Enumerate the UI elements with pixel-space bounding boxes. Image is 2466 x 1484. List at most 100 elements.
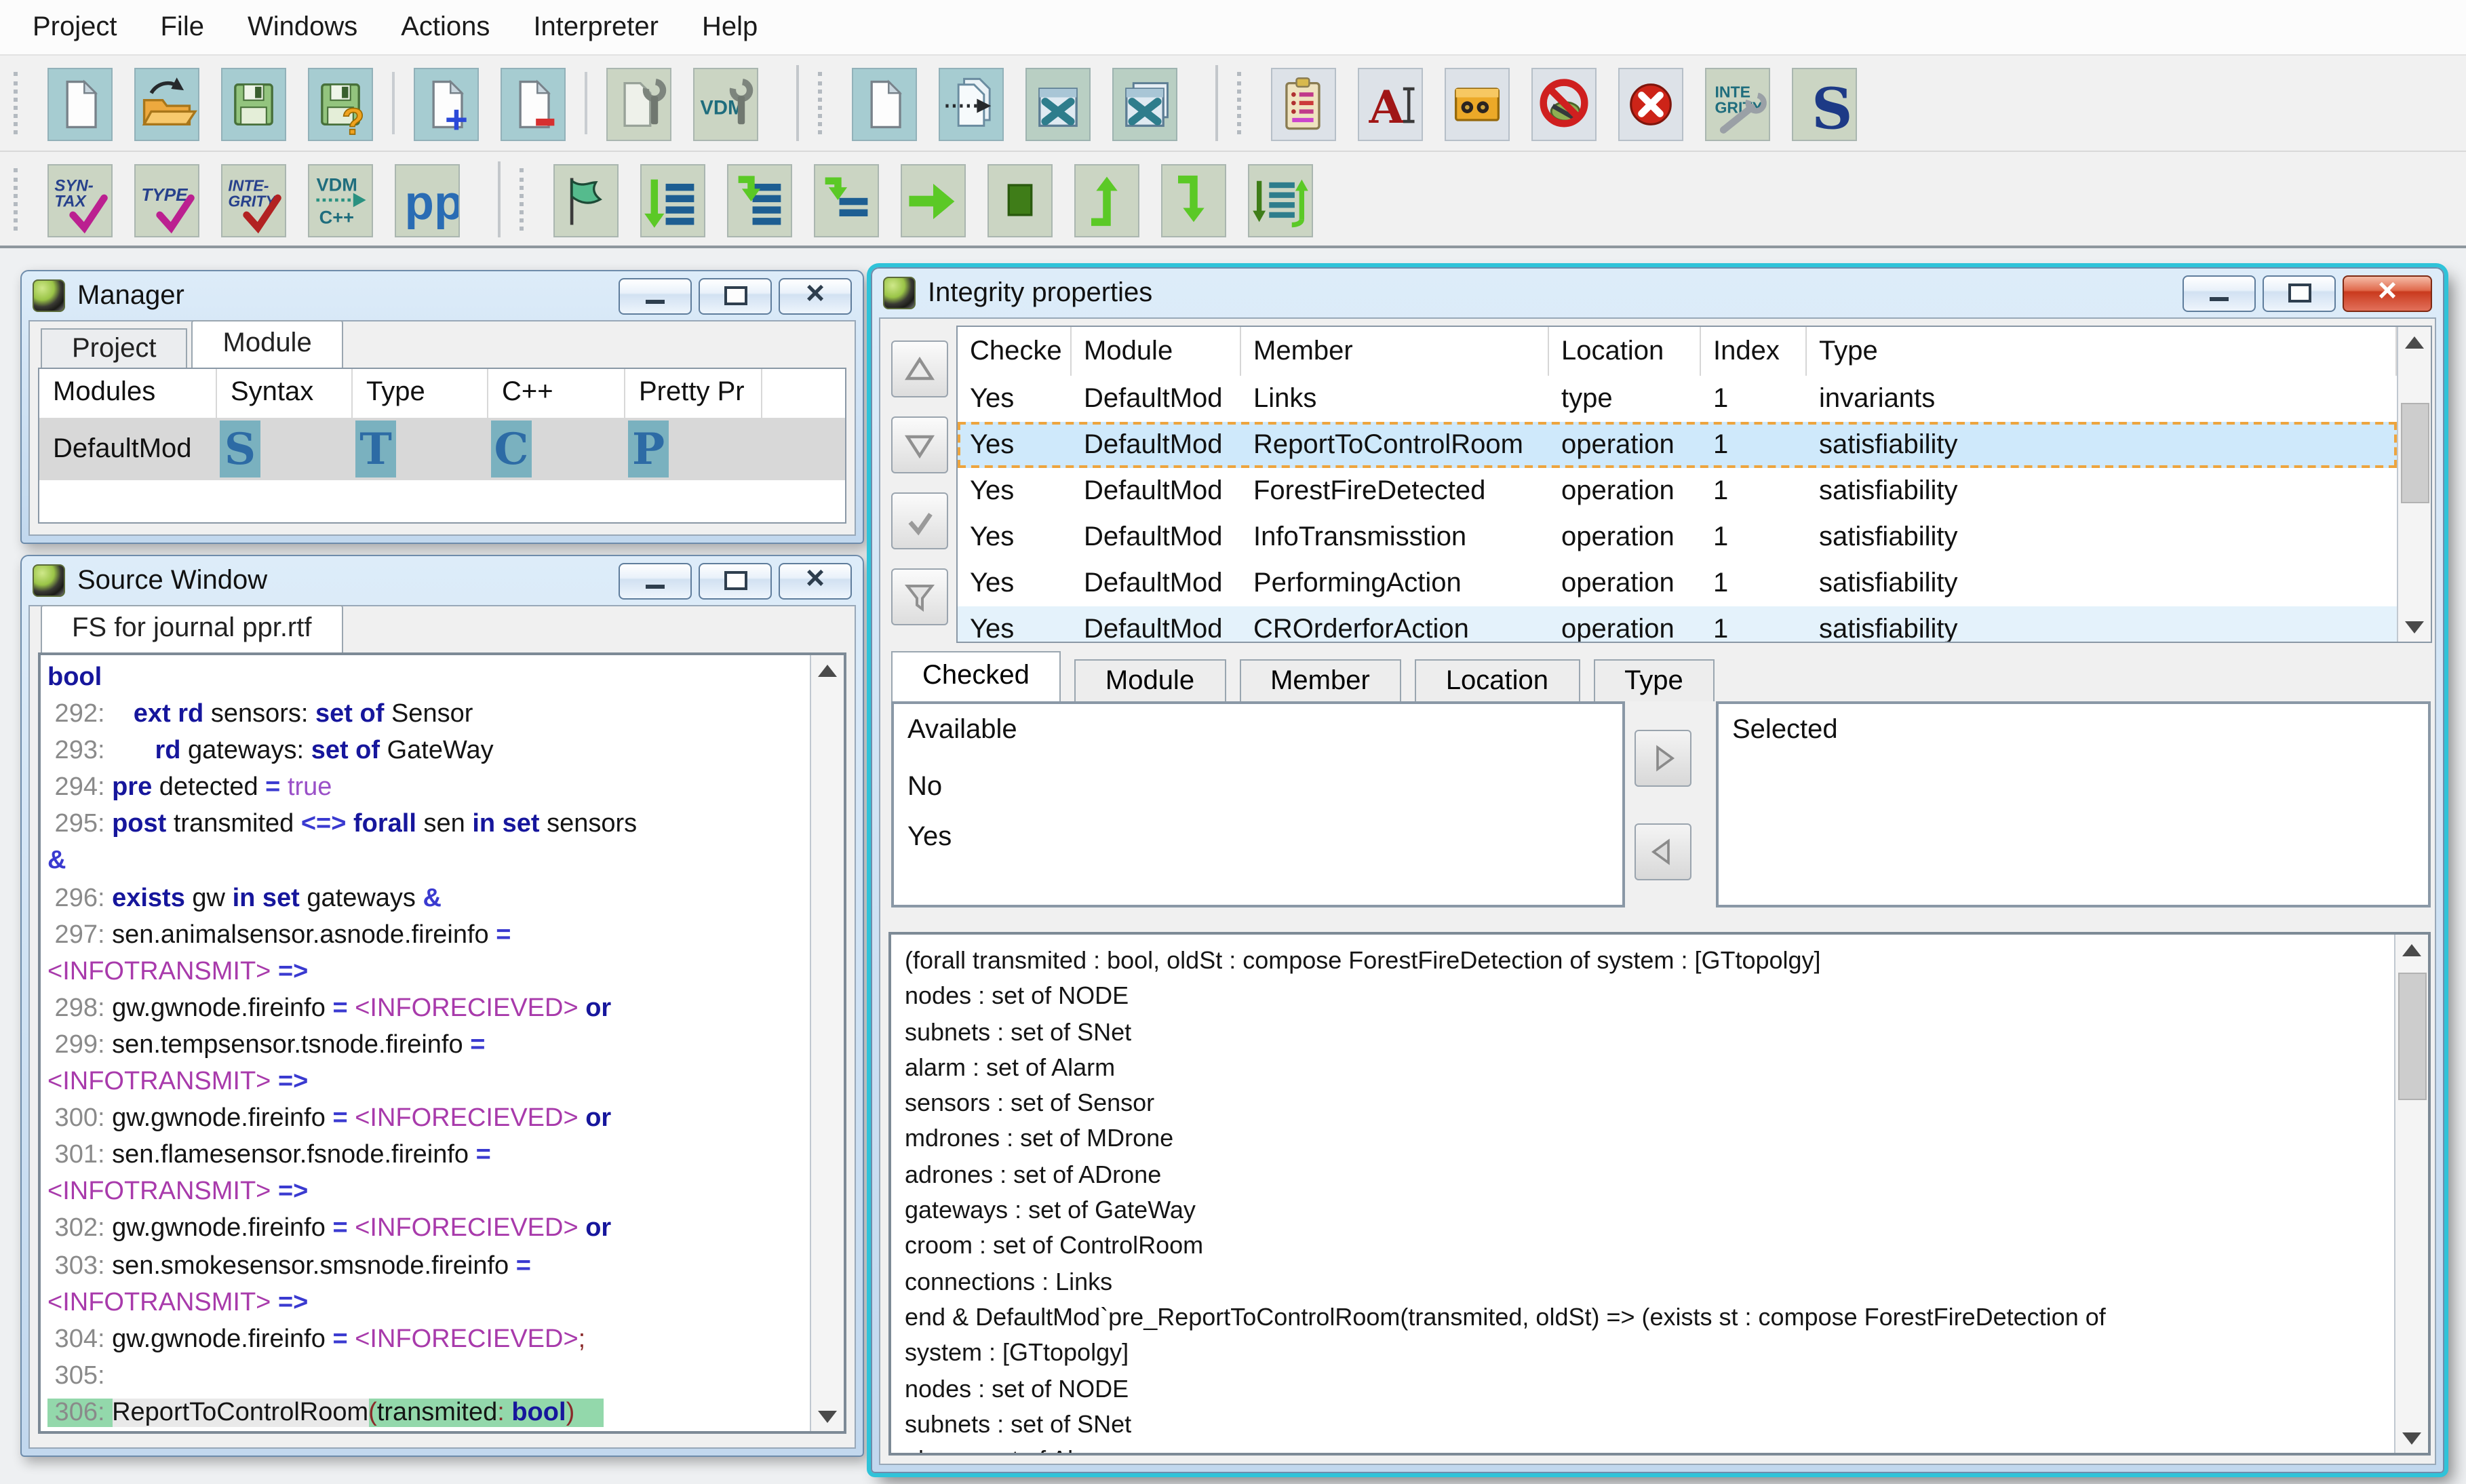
close-window-button[interactable]	[1023, 65, 1091, 141]
integrity-expression-view[interactable]: (forall transmited : bool, oldSt : compo…	[888, 932, 2431, 1456]
move-down-button[interactable]	[891, 416, 948, 473]
type-check-button[interactable]: TYPE	[132, 161, 199, 237]
table-row[interactable]: YesDefaultModInfoTransmisstionoperation1…	[958, 514, 2397, 560]
step-out-button[interactable]	[1158, 161, 1226, 237]
filter-tab-checked[interactable]: Checked	[891, 651, 1061, 701]
integrity-tool-button[interactable]: INTEGRITY	[1702, 65, 1770, 141]
status-cell-cpp[interactable]: C	[488, 418, 625, 480]
source-scrollbar[interactable]	[810, 655, 844, 1431]
close-button[interactable]: ×	[779, 277, 852, 314]
column-header-c[interactable]: C++	[488, 369, 625, 418]
integrity-titlebar[interactable]: Integrity properties ×	[872, 269, 2443, 317]
tab-module[interactable]: Module	[192, 320, 343, 368]
minimize-button[interactable]	[619, 562, 692, 599]
tab-project[interactable]: Project	[41, 328, 188, 368]
specification-tool-button[interactable]: S	[1789, 65, 1857, 141]
integrity-table-scrollbar[interactable]	[2397, 327, 2431, 642]
menu-interpreter[interactable]: Interpreter	[511, 12, 680, 43]
column-header-checke[interactable]: Checke	[958, 327, 1072, 376]
column-header-index[interactable]: Index	[1701, 327, 1807, 376]
column-header-module[interactable]: Module	[1072, 327, 1241, 376]
scroll-up-icon[interactable]	[813, 655, 842, 685]
close-button[interactable]: ×	[2343, 275, 2432, 311]
step-list-button[interactable]	[638, 161, 705, 237]
filter-tab-location[interactable]: Location	[1415, 659, 1580, 701]
menu-help[interactable]: Help	[680, 12, 779, 43]
minimize-button[interactable]	[619, 277, 692, 314]
stop-run-button[interactable]	[985, 161, 1053, 237]
filter-tab-member[interactable]: Member	[1239, 659, 1401, 701]
step-over-button[interactable]	[811, 161, 879, 237]
restore-button[interactable]	[699, 562, 772, 599]
code-area[interactable]: bool 292: ext rd sensors: set of Sensor …	[41, 655, 810, 1431]
step-into-button[interactable]	[724, 161, 792, 237]
scroll-up-icon[interactable]	[2397, 935, 2427, 964]
manager-table-row[interactable]: DefaultModSTCP	[39, 418, 845, 480]
pretty-print-button[interactable]: pp	[392, 161, 460, 237]
source-editor[interactable]: bool 292: ext rd sensors: set of Sensor …	[38, 652, 846, 1434]
vdm-options-button[interactable]: VDM	[690, 65, 758, 141]
scrollbar-thumb[interactable]	[2401, 403, 2429, 503]
command-log-button[interactable]	[1268, 65, 1336, 141]
remove-file-button[interactable]	[498, 65, 566, 141]
font-settings-button[interactable]: A	[1355, 65, 1423, 141]
column-header-type[interactable]: Type	[1807, 327, 2397, 376]
table-row[interactable]: YesDefaultModForestFireDetectedoperation…	[958, 468, 2397, 514]
scroll-up-icon[interactable]	[2400, 327, 2429, 357]
error-stop-button[interactable]	[1616, 65, 1683, 141]
menu-actions[interactable]: Actions	[379, 12, 511, 43]
menu-project[interactable]: Project	[11, 12, 139, 43]
open-file-button[interactable]	[132, 65, 199, 141]
move-to-selected-button[interactable]	[1635, 730, 1691, 787]
close-button[interactable]: ×	[779, 562, 852, 599]
move-to-available-button[interactable]	[1635, 823, 1691, 880]
confirm-check-button[interactable]	[891, 492, 948, 549]
save-file-button[interactable]	[218, 65, 286, 141]
breakpoint-flag-button[interactable]	[551, 161, 619, 237]
status-cell-type[interactable]: T	[353, 418, 488, 480]
manager-titlebar[interactable]: Manager ×	[22, 271, 863, 320]
column-header-member[interactable]: Member	[1241, 327, 1549, 376]
integrity-properties-table[interactable]: CheckeModuleMemberLocationIndexType YesDe…	[956, 326, 2432, 643]
column-header-syntax[interactable]: Syntax	[217, 369, 353, 418]
filter-tab-module[interactable]: Module	[1074, 659, 1226, 701]
restore-button[interactable]	[2263, 275, 2336, 311]
add-file-button[interactable]: +	[411, 65, 479, 141]
syntax-check-button[interactable]: SYN-TAX	[45, 161, 113, 237]
scroll-down-icon[interactable]	[2397, 1423, 2427, 1453]
column-header-modules[interactable]: Modules	[39, 369, 217, 418]
column-header-location[interactable]: Location	[1549, 327, 1701, 376]
filter-tab-type[interactable]: Type	[1593, 659, 1715, 701]
table-row[interactable]: YesDefaultModPerformingActionoperation1s…	[958, 560, 2397, 606]
column-header-prettypr[interactable]: Pretty Pr	[625, 369, 762, 418]
scroll-down-icon[interactable]	[2400, 612, 2429, 642]
status-cell-pretty[interactable]: P	[625, 418, 762, 480]
list-item[interactable]: Yes	[894, 813, 1622, 863]
integrity-check-button[interactable]: INTE-GRITY	[218, 161, 286, 237]
copy-window-button[interactable]	[936, 65, 1004, 141]
new-window-button[interactable]	[849, 65, 917, 141]
list-item[interactable]: No	[894, 762, 1622, 813]
vdm-to-cpp-button[interactable]: VDMC++	[305, 161, 373, 237]
close-all-windows-button[interactable]	[1110, 65, 1177, 141]
menu-windows[interactable]: Windows	[226, 12, 379, 43]
minimize-button[interactable]	[2183, 275, 2256, 311]
run-script-button[interactable]	[1245, 161, 1313, 237]
module-name-cell[interactable]: DefaultMod	[39, 418, 217, 480]
scroll-down-icon[interactable]	[813, 1401, 842, 1431]
scrollbar-thumb[interactable]	[2398, 973, 2427, 1100]
table-row[interactable]: YesDefaultModReportToControlRoomoperatio…	[958, 422, 2397, 468]
table-row[interactable]: YesDefaultModCROrderforActionoperation1s…	[958, 606, 2397, 642]
status-cell-syntax[interactable]: S	[217, 418, 353, 480]
source-titlebar[interactable]: Source Window ×	[22, 556, 863, 605]
restore-button[interactable]	[699, 277, 772, 314]
tab-source-file[interactable]: FS for journal ppr.rtf	[41, 605, 343, 652]
available-list[interactable]: NoYes	[894, 762, 1622, 863]
continue-run-button[interactable]	[898, 161, 966, 237]
move-up-button[interactable]	[891, 340, 948, 397]
file-options-button[interactable]	[604, 65, 671, 141]
filter-button[interactable]	[891, 568, 948, 625]
script-record-button[interactable]	[1442, 65, 1510, 141]
save-help-file-button[interactable]: ?	[305, 65, 373, 141]
new-file-button[interactable]	[45, 65, 113, 141]
